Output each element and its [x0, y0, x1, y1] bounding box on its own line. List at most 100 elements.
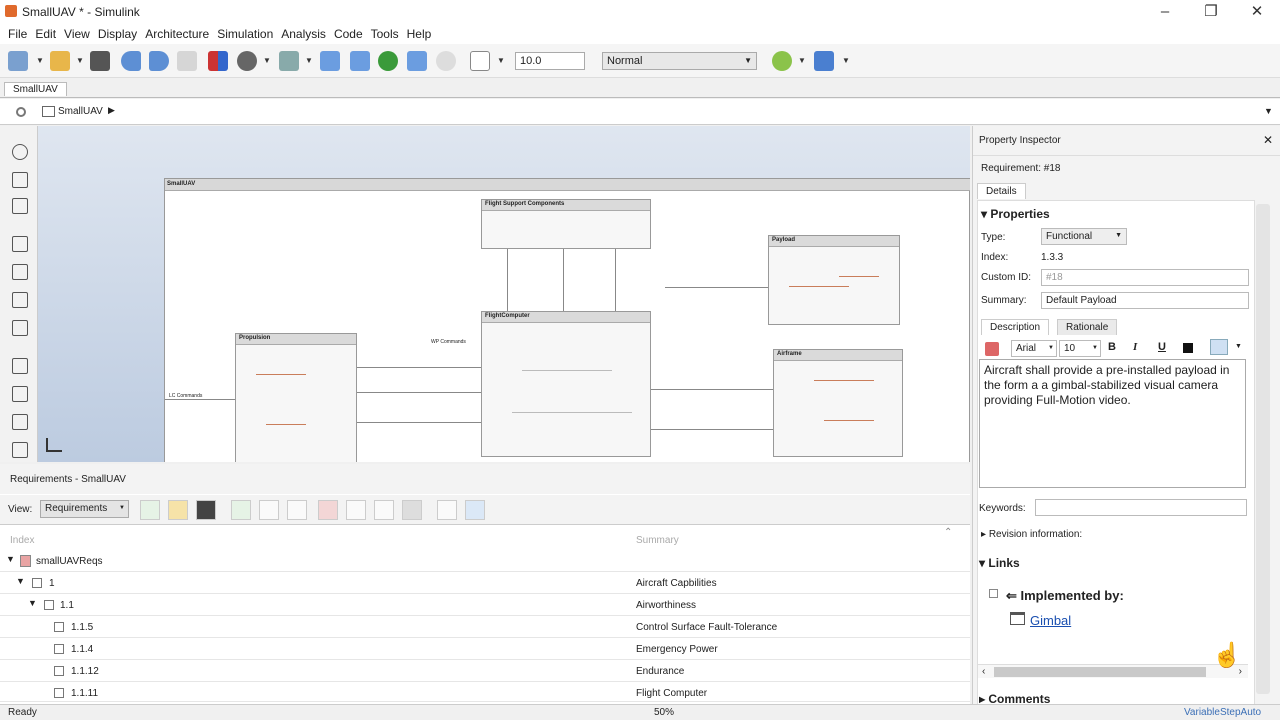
stop-icon[interactable] [436, 51, 456, 71]
menu-file[interactable]: File [4, 24, 31, 44]
link-icon[interactable] [437, 500, 457, 520]
step-back-icon[interactable] [320, 51, 340, 71]
chevron-down-icon[interactable]: ▼ [6, 554, 15, 564]
chevron-down-icon[interactable]: ▼ [16, 576, 25, 586]
system-diagram[interactable]: SmallUAV Flight Support Components Paylo… [164, 178, 970, 462]
type-select[interactable]: Functional ▼ [1041, 228, 1127, 245]
chevron-up-icon[interactable]: ⌃ [944, 527, 952, 538]
tab-description[interactable]: Description [981, 319, 1050, 335]
comments-heading[interactable]: ▸ Comments [979, 692, 1050, 704]
add-justification-icon[interactable] [287, 500, 307, 520]
new-model-icon[interactable] [8, 51, 28, 71]
table-row[interactable]: ▼ 1.1 Airworthiness [0, 594, 970, 616]
step-forward-icon[interactable] [407, 51, 427, 71]
connector[interactable] [165, 399, 235, 400]
scroll-thumb[interactable] [994, 667, 1206, 677]
annotation-icon[interactable] [12, 358, 28, 374]
fit-to-view-icon[interactable] [12, 172, 28, 188]
scope-icon[interactable] [470, 51, 490, 71]
area-icon[interactable] [12, 414, 28, 430]
add-requirement-icon[interactable] [231, 500, 251, 520]
connector[interactable] [651, 429, 773, 430]
column-header-summary[interactable]: Summary [636, 535, 679, 546]
table-row[interactable]: 1.1.11 Flight Computer [0, 682, 970, 702]
stop-time-field[interactable]: 10.0 [515, 52, 585, 70]
run-icon[interactable] [378, 51, 398, 71]
tab-smalluav[interactable]: SmallUAV [4, 82, 67, 96]
italic-icon[interactable]: I [1133, 341, 1137, 353]
close-button[interactable]: ✕ [1242, 2, 1272, 22]
align-icon[interactable] [1210, 339, 1228, 355]
add-requirement-set-icon[interactable] [140, 500, 160, 520]
save-icon[interactable] [196, 500, 216, 520]
step-back-small-icon[interactable] [350, 51, 370, 71]
connector[interactable] [651, 389, 773, 390]
chevron-down-icon[interactable]: ▼ [28, 598, 37, 608]
delete-icon[interactable] [402, 500, 422, 520]
folder-icon[interactable] [12, 442, 28, 458]
refresh-icon[interactable] [465, 500, 485, 520]
properties-heading[interactable]: ▾ Properties [981, 207, 1050, 221]
chevron-down-icon[interactable]: ▼ [305, 56, 313, 65]
menu-edit[interactable]: Edit [31, 24, 60, 44]
flight-computer-block[interactable]: FlightComputer [481, 311, 651, 457]
underline-icon[interactable]: U [1158, 341, 1166, 353]
menu-display[interactable]: Display [94, 24, 141, 44]
forward-arrow-icon[interactable] [149, 51, 169, 71]
save-icon[interactable] [90, 51, 110, 71]
close-icon[interactable]: ✕ [1263, 133, 1273, 147]
solver-link[interactable]: VariableStepAuto [1184, 707, 1261, 718]
summary-field[interactable]: Default Payload [1041, 292, 1249, 309]
custom-id-field[interactable]: #18 [1041, 269, 1249, 286]
propulsion-block[interactable]: Propulsion [235, 333, 357, 462]
column-header-index[interactable]: Index [10, 535, 34, 546]
build-icon[interactable] [814, 51, 834, 71]
breadcrumb-arrow-icon[interactable]: ▶ [108, 105, 115, 116]
table-row[interactable]: 1.1.12 Endurance [0, 660, 970, 682]
chevron-down-icon[interactable]: ▼ [263, 56, 271, 65]
table-row[interactable]: ▼ smallUAVReqs [0, 550, 970, 572]
collapse-box-icon[interactable] [989, 589, 998, 598]
image-icon[interactable] [12, 386, 28, 402]
check-icon[interactable] [772, 51, 792, 71]
font-select[interactable]: Arial ▼ [1011, 340, 1057, 357]
revision-toggle[interactable]: ▸ Revision information: [981, 529, 1082, 540]
variant-component-icon[interactable] [12, 292, 28, 308]
library-browser-icon[interactable] [208, 51, 228, 71]
menu-help[interactable]: Help [403, 24, 436, 44]
back-arrow-icon[interactable] [121, 51, 141, 71]
connector[interactable] [563, 249, 564, 311]
chevron-down-icon[interactable]: ▼ [1235, 343, 1242, 350]
scroll-left-icon[interactable]: ‹ [982, 666, 985, 677]
copy-icon[interactable] [346, 500, 366, 520]
chevron-down-icon[interactable]: ▼ [76, 56, 84, 65]
maximize-button[interactable]: ❐ [1196, 2, 1226, 22]
hide-browser-icon[interactable] [16, 107, 26, 117]
chevron-down-icon[interactable]: ▼ [842, 56, 850, 65]
add-child-icon[interactable] [259, 500, 279, 520]
bold-icon[interactable]: B [1108, 341, 1116, 353]
payload-block[interactable]: Payload [768, 235, 900, 325]
chevron-down-icon[interactable]: ▼ [36, 56, 44, 65]
simulation-mode-select[interactable]: Normal ▼ [602, 52, 757, 70]
connector[interactable] [357, 422, 481, 423]
cut-icon[interactable] [318, 500, 338, 520]
airframe-block[interactable]: Airframe [773, 349, 903, 457]
tab-rationale[interactable]: Rationale [1057, 319, 1118, 335]
open-folder-icon[interactable] [50, 51, 70, 71]
hierarchy-icon[interactable] [46, 438, 62, 452]
minimize-button[interactable]: – [1150, 2, 1180, 22]
connector[interactable] [357, 392, 481, 393]
menu-tools[interactable]: Tools [367, 24, 403, 44]
gear-icon[interactable] [237, 51, 257, 71]
text-color-icon[interactable] [1183, 343, 1193, 353]
horizontal-scrollbar[interactable]: ‹ › [978, 664, 1248, 678]
tab-details[interactable]: Details [977, 183, 1026, 199]
format-brush-icon[interactable] [985, 342, 999, 356]
chevron-down-icon[interactable]: ▼ [1264, 106, 1273, 116]
reference-component-icon[interactable] [12, 264, 28, 280]
paste-icon[interactable] [374, 500, 394, 520]
model-canvas[interactable]: SmallUAV Flight Support Components Paylo… [38, 126, 970, 462]
table-row[interactable]: 1.1.5 Control Surface Fault-Tolerance [0, 616, 970, 638]
connector[interactable] [357, 367, 481, 368]
